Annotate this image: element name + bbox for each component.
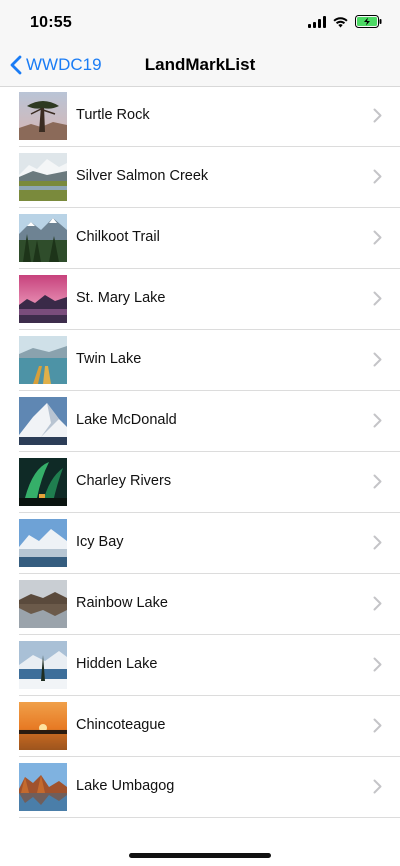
landmark-name: Chilkoot Trail — [76, 229, 160, 245]
landmark-name: Charley Rivers — [76, 473, 172, 489]
landmark-thumbnail — [19, 92, 67, 140]
landmark-thumbnail — [19, 580, 67, 628]
landmark-list: Turtle Rock Silver Salmon Creek Chilkoot… — [0, 86, 400, 818]
list-item[interactable]: Icy Bay — [19, 513, 400, 574]
landmark-name: Twin Lake — [76, 351, 142, 367]
chevron-right-icon — [373, 352, 382, 367]
chevron-right-icon — [373, 718, 382, 733]
landmark-thumbnail — [19, 336, 67, 384]
landmark-thumbnail — [19, 641, 67, 689]
status-bar: 10:55 — [0, 0, 400, 44]
landmark-thumbnail — [19, 214, 67, 262]
landmark-thumbnail — [19, 458, 67, 506]
chevron-right-icon — [373, 413, 382, 428]
landmark-name: Rainbow Lake — [76, 595, 168, 611]
landmark-name: St. Mary Lake — [76, 290, 166, 306]
landmark-name: Lake Umbagog — [76, 778, 175, 794]
chevron-right-icon — [373, 657, 382, 672]
list-item[interactable]: Lake Umbagog — [19, 757, 400, 818]
status-time: 10:55 — [30, 14, 72, 31]
chevron-right-icon — [373, 230, 382, 245]
landmark-thumbnail — [19, 702, 67, 750]
list-item[interactable]: Twin Lake — [19, 330, 400, 391]
chevron-right-icon — [373, 474, 382, 489]
landmark-name: Turtle Rock — [76, 107, 150, 123]
battery-charging-icon — [355, 15, 382, 28]
landmark-name: Silver Salmon Creek — [76, 168, 209, 184]
navigation-bar: WWDC19 LandMarkList — [0, 44, 400, 87]
landmark-thumbnail — [19, 519, 67, 567]
chevron-right-icon — [373, 596, 382, 611]
list-item[interactable]: Chilkoot Trail — [19, 208, 400, 269]
landmark-name: Hidden Lake — [76, 656, 158, 672]
landmark-name: Icy Bay — [76, 534, 124, 550]
landmark-name: Chincoteague — [76, 717, 166, 733]
chevron-right-icon — [373, 169, 382, 184]
landmark-thumbnail — [19, 153, 67, 201]
landmark-thumbnail — [19, 763, 67, 811]
list-item[interactable]: Hidden Lake — [19, 635, 400, 696]
status-icons — [308, 15, 382, 28]
wifi-icon — [332, 16, 349, 28]
list-item[interactable]: Lake McDonald — [19, 391, 400, 452]
chevron-right-icon — [373, 535, 382, 550]
home-indicator[interactable] — [129, 853, 271, 858]
landmark-thumbnail — [19, 397, 67, 445]
signal-icon — [308, 15, 326, 28]
list-item[interactable]: St. Mary Lake — [19, 269, 400, 330]
landmark-name: Lake McDonald — [76, 412, 177, 428]
list-item[interactable]: Chincoteague — [19, 696, 400, 757]
landmark-thumbnail — [19, 275, 67, 323]
list-item[interactable]: Turtle Rock — [19, 86, 400, 147]
chevron-right-icon — [373, 108, 382, 123]
list-item[interactable]: Charley Rivers — [19, 452, 400, 513]
list-item[interactable]: Rainbow Lake — [19, 574, 400, 635]
chevron-right-icon — [373, 779, 382, 794]
chevron-right-icon — [373, 291, 382, 306]
list-item[interactable]: Silver Salmon Creek — [19, 147, 400, 208]
page-title: LandMarkList — [144, 55, 256, 74]
